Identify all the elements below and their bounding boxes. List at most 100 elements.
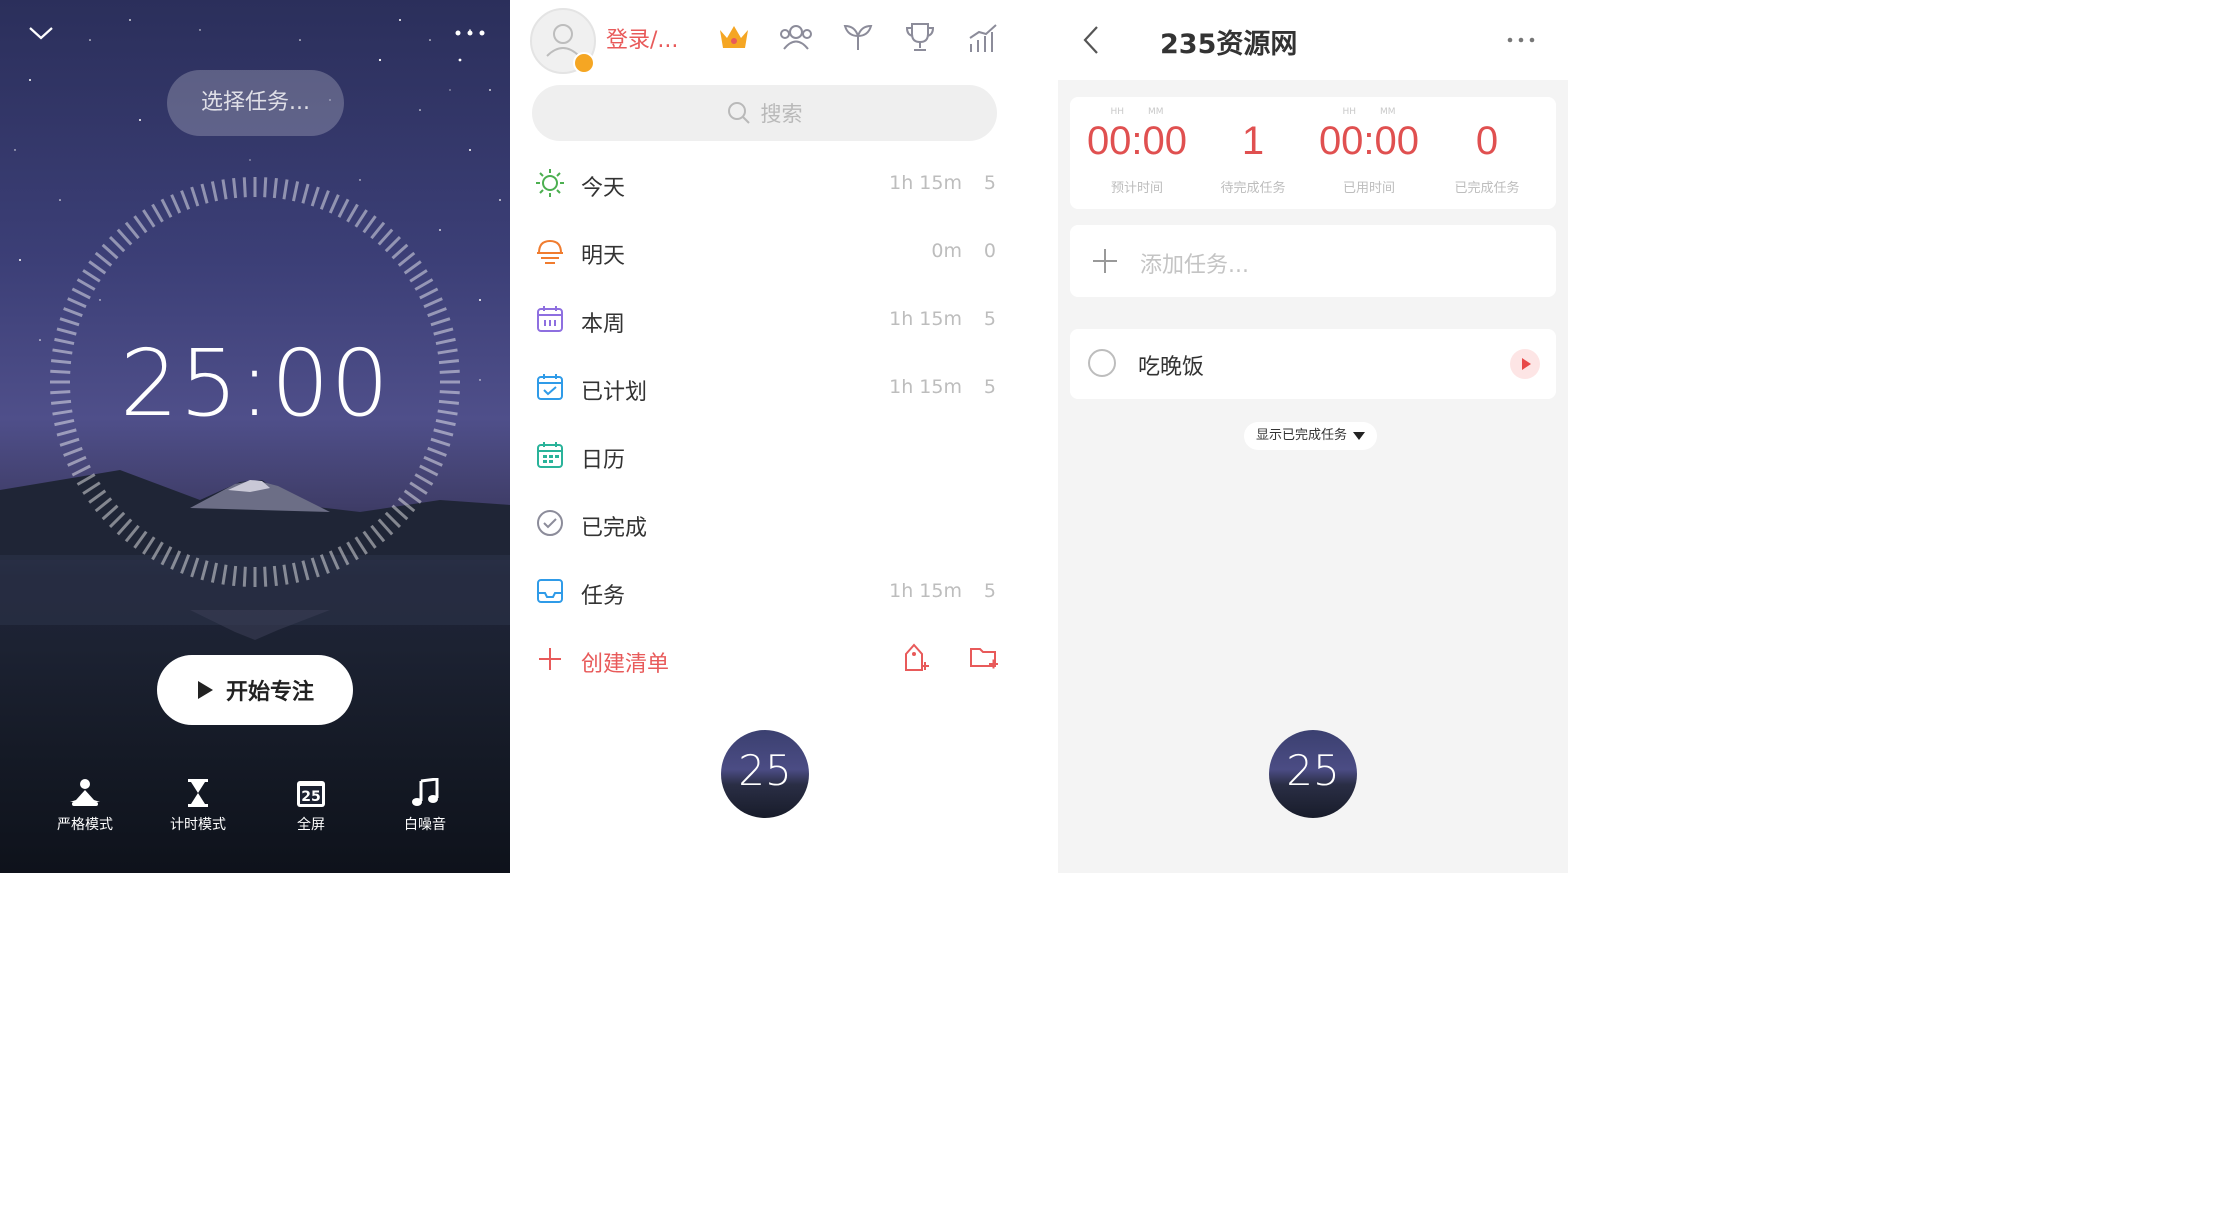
sun-icon <box>536 169 564 197</box>
ring-tick <box>263 177 268 198</box>
statistics-chart-icon[interactable] <box>967 22 999 54</box>
trophy-icon[interactable] <box>905 22 935 54</box>
ring-tick <box>430 437 451 447</box>
ring-tick <box>160 546 173 566</box>
menu-item-completed[interactable]: 已完成 <box>510 498 1058 548</box>
add-folder-icon[interactable] <box>968 642 1000 672</box>
ring-tick <box>391 504 409 521</box>
ring-tick <box>180 554 191 574</box>
mini-timer-text: 25 <box>1286 746 1340 795</box>
ring-tick <box>377 518 394 536</box>
ring-tick <box>67 455 87 467</box>
sunset-icon <box>537 239 563 264</box>
ring-tick <box>63 446 83 457</box>
ring-tick <box>337 198 350 218</box>
focus-timer-panel: 选择任务... 25:00 开始专注 严格模式 计时模式 25 全屏 白噪音 <box>0 0 510 873</box>
task-checkbox[interactable] <box>1088 349 1116 377</box>
mode-strict[interactable]: 严格模式 <box>40 778 130 834</box>
add-tag-icon[interactable] <box>902 642 930 674</box>
task-row[interactable]: 吃晚饭 <box>1070 329 1556 399</box>
ring-tick <box>190 557 200 578</box>
ring-tick <box>200 183 209 204</box>
show-completed-toggle[interactable]: 显示已完成任务 <box>1244 422 1378 450</box>
more-options-icon[interactable] <box>1506 36 1538 44</box>
stat-label: 预计时间 <box>1110 181 1163 196</box>
search-input[interactable]: 搜索 <box>532 85 997 141</box>
menu-item-label: 明天 <box>581 244 626 269</box>
play-icon <box>197 681 213 699</box>
hourglass-icon <box>188 779 208 807</box>
start-focus-button[interactable]: 开始专注 <box>157 655 353 725</box>
mode-timer[interactable]: 计时模式 <box>153 778 243 834</box>
ring-tick <box>190 186 200 207</box>
ring-tick <box>142 209 156 228</box>
stat-label: 已用时间 <box>1342 181 1395 196</box>
menu-item-today[interactable]: 今天 1h 15m 5 <box>510 158 1058 208</box>
mode-white-noise[interactable]: 白噪音 <box>380 778 470 834</box>
ring-tick <box>319 554 330 574</box>
ring-tick <box>82 481 101 495</box>
collapse-chevron-icon[interactable] <box>28 24 54 42</box>
ring-tick <box>301 560 310 581</box>
crown-icon[interactable] <box>717 22 751 52</box>
ring-tick <box>282 179 289 200</box>
ring-tick <box>242 566 247 587</box>
menu-item-time: 1h 15m <box>889 308 962 330</box>
stat-label: 已完成任务 <box>1454 181 1520 196</box>
ring-tick <box>116 518 133 536</box>
ring-tick <box>210 562 219 583</box>
sprout-icon[interactable] <box>842 22 874 52</box>
ring-tick <box>272 177 278 199</box>
menu-item-calendar[interactable]: 日历 <box>510 430 1058 480</box>
play-icon <box>1522 358 1531 370</box>
more-options-icon[interactable] <box>454 28 486 38</box>
ring-tick <box>200 560 209 581</box>
menu-item-this-week[interactable]: 本周 1h 15m 5 <box>510 294 1058 344</box>
start-task-button[interactable] <box>1510 349 1540 379</box>
stats-card: HH MM 00:00 预计时间 1 待完成任务 HH MM 00:00 已用时间 … <box>1070 97 1556 209</box>
ring-tick <box>94 497 113 513</box>
mini-timer-button[interactable]: 25 <box>721 730 809 818</box>
menu-item-time: 1h 15m <box>889 172 962 194</box>
ring-tick <box>232 565 238 587</box>
ring-tick <box>67 297 87 309</box>
ring-tick <box>124 221 140 240</box>
ring-tick <box>414 473 434 486</box>
unit-label: MM <box>1148 107 1164 117</box>
ring-tick <box>160 198 173 218</box>
unit-label: HH <box>1110 107 1124 117</box>
mode-label: 严格模式 <box>57 817 113 833</box>
ring-tick <box>419 464 439 477</box>
ring-tick <box>94 251 113 267</box>
ring-tick <box>423 297 443 309</box>
ring-tick <box>170 550 182 570</box>
mode-fullscreen[interactable]: 25 全屏 <box>266 778 356 834</box>
add-task-input[interactable]: 添加任务... <box>1070 225 1556 297</box>
ring-tick <box>108 235 126 253</box>
ring-tick <box>124 524 140 543</box>
add-task-placeholder: 添加任务... <box>1140 253 1249 278</box>
ring-tick <box>59 317 80 327</box>
ring-tick <box>397 497 416 513</box>
ring-tick <box>391 243 409 260</box>
menu-item-label: 本周 <box>581 312 626 337</box>
ring-tick <box>403 260 422 275</box>
vip-badge-icon <box>573 52 595 74</box>
unit-label: MM <box>1380 107 1396 117</box>
menu-item-count: 5 <box>983 580 996 602</box>
menu-item-label: 任务 <box>581 584 626 609</box>
stat-label: 待完成任务 <box>1220 181 1286 196</box>
select-task-button[interactable]: 选择任务... <box>167 70 344 136</box>
mini-timer-button[interactable]: 25 <box>1269 730 1357 818</box>
menu-item-time: 0m <box>931 240 962 262</box>
login-link[interactable]: 登录/... <box>606 22 678 54</box>
calendar-week-icon <box>537 306 563 332</box>
menu-item-tomorrow[interactable]: 明天 0m 0 <box>510 226 1058 276</box>
show-completed-label: 显示已完成任务 <box>1256 428 1348 443</box>
group-icon[interactable] <box>778 22 814 52</box>
caret-down-icon <box>1353 432 1366 440</box>
menu-item-tasks[interactable]: 任务 1h 15m 5 <box>510 566 1058 616</box>
menu-item-planned[interactable]: 已计划 1h 15m 5 <box>510 362 1058 412</box>
ring-tick <box>180 190 191 210</box>
back-arrow-icon[interactable] <box>1080 24 1102 56</box>
